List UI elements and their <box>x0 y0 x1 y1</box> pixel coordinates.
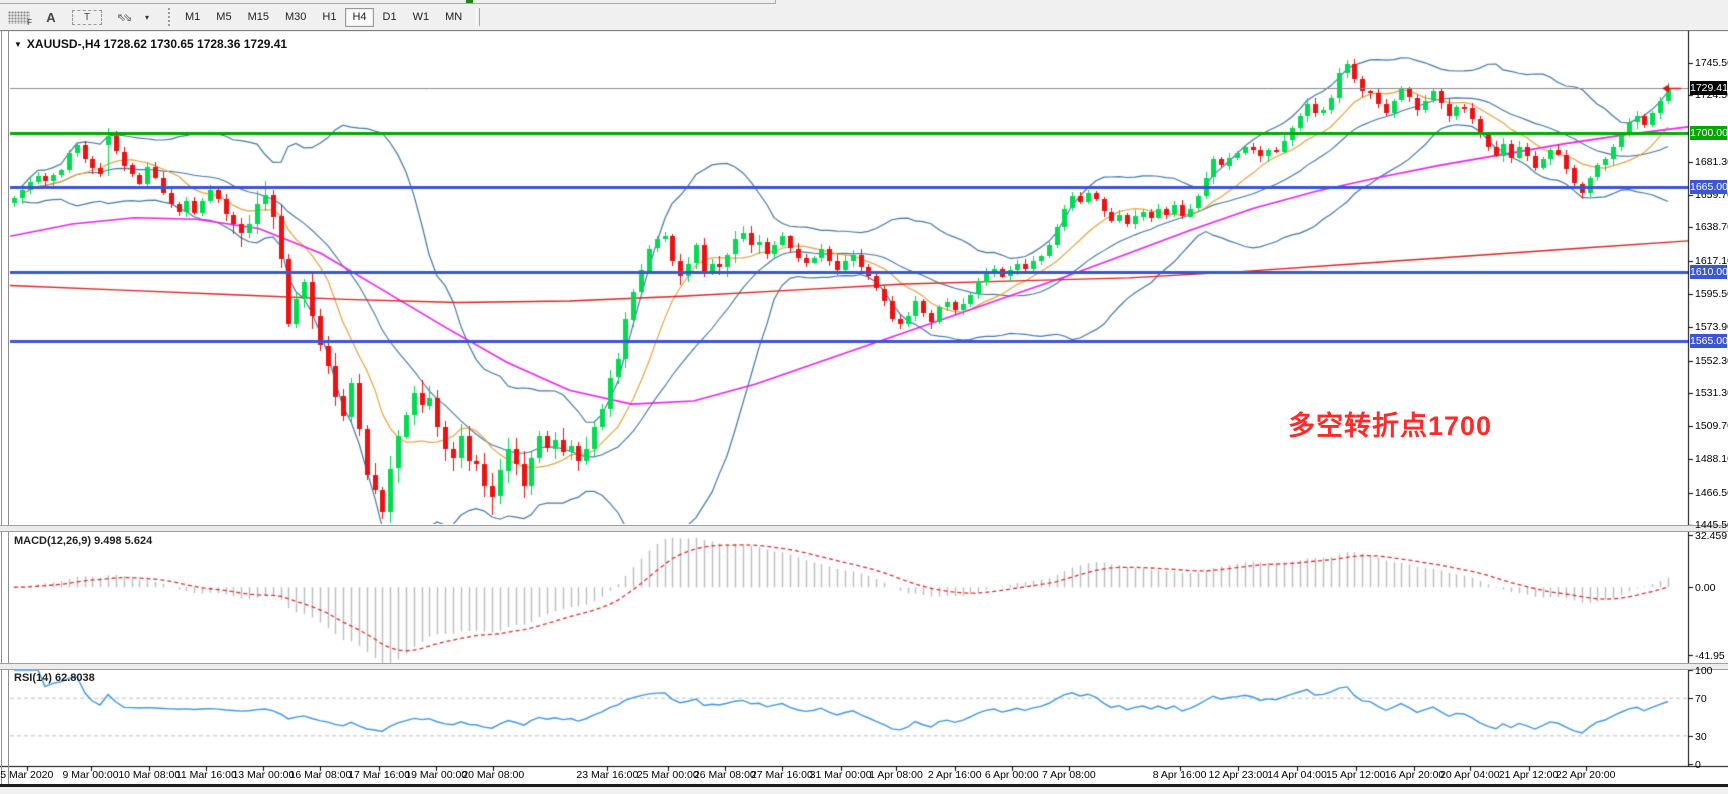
timeframe-button-w1[interactable]: W1 <box>406 8 437 27</box>
window-left-frame <box>1 30 2 786</box>
timeframe-button-m5[interactable]: M5 <box>209 8 238 27</box>
crosshair-grid-icon[interactable]: F <box>8 11 30 24</box>
chart-title-text: XAUUSD-,H4 1728.62 1730.65 1728.36 1729.… <box>27 37 287 51</box>
rsi-axis-label: 0 <box>1695 759 1701 771</box>
time-axis-label: 22 Apr 20:00 <box>1541 769 1631 781</box>
macd-axis-label: 32.459 <box>1695 530 1727 542</box>
rsi-axis-label: 30 <box>1695 731 1707 743</box>
toolbar-separator <box>476 8 480 26</box>
chart-canvas[interactable] <box>0 0 1728 794</box>
timeframe-buttons: M1M5M15M30H1H4D1W1MN <box>177 8 470 27</box>
panel-splitter-macd[interactable] <box>0 525 1728 532</box>
panel-splitter-rsi[interactable] <box>0 663 1728 670</box>
toolbar-grip[interactable] <box>168 8 170 26</box>
price-tick-label: 1509.70 <box>1695 420 1728 432</box>
time-axis-label: 20 Mar 08:00 <box>448 769 538 781</box>
price-line-badge: 1565.00 <box>1690 334 1727 348</box>
price-line-badge: 1700.00 <box>1690 126 1727 140</box>
macd-axis-label: 0.00 <box>1695 582 1715 594</box>
crosshair-grid-icon-letter: F <box>27 18 32 27</box>
current-price-badge: 1729.41 <box>1690 81 1727 95</box>
timeframe-button-h4[interactable]: H4 <box>345 8 373 27</box>
price-tick-label: 1488.10 <box>1695 453 1728 465</box>
text-annotation-icon[interactable]: A <box>40 7 62 27</box>
text-label-icon[interactable]: T <box>72 10 102 25</box>
chevron-down-icon[interactable]: ▾ <box>136 7 158 27</box>
price-tick-label: 1638.70 <box>1695 221 1728 233</box>
price-tick-label: 1573.90 <box>1695 321 1728 333</box>
timeframe-button-h1[interactable]: H1 <box>315 8 343 27</box>
collapse-triangle-icon[interactable]: ▼ <box>14 40 22 49</box>
chart-left-border <box>8 30 9 786</box>
timeframe-button-m15[interactable]: M15 <box>241 8 276 27</box>
rsi-label: RSI(14) 62.8038 <box>14 672 95 684</box>
price-tick-label: 1466.50 <box>1695 487 1728 499</box>
price-tick-label: 1745.50 <box>1695 57 1728 69</box>
price-tick-label: 1595.50 <box>1695 288 1728 300</box>
timeframe-button-d1[interactable]: D1 <box>376 8 404 27</box>
timeframe-button-m30[interactable]: M30 <box>278 8 313 27</box>
price-tick-label: 1552.30 <box>1695 355 1728 367</box>
metatrader-window: F A T ⇖⇘ ▾ M1M5M15M30H1H4D1W1MN ▼ XAUUSD-… <box>0 0 1728 794</box>
macd-label: MACD(12,26,9) 9.498 5.624 <box>14 535 152 547</box>
macd-axis-label: -41.95 <box>1695 650 1725 662</box>
price-tick-label: 1531.30 <box>1695 387 1728 399</box>
chart-title: ▼ XAUUSD-,H4 1728.62 1730.65 1728.36 1729… <box>14 37 287 51</box>
price-tick-label: 1681.30 <box>1695 156 1728 168</box>
time-axis-label: 7 Apr 08:00 <box>1024 769 1114 781</box>
main-toolbar: F A T ⇖⇘ ▾ M1M5M15M30H1H4D1W1MN <box>0 4 1728 30</box>
draw-arrows-icon[interactable]: ⇖⇘ <box>112 7 134 27</box>
timeframe-button-m1[interactable]: M1 <box>178 8 207 27</box>
price-line-badge: 1610.00 <box>1690 265 1727 279</box>
status-green-indicator <box>466 0 473 3</box>
timeframe-button-mn[interactable]: MN <box>438 8 469 27</box>
rsi-axis-label: 100 <box>1695 665 1713 677</box>
price-line-badge: 1665.00 <box>1690 180 1727 194</box>
rsi-axis-label: 70 <box>1695 693 1707 705</box>
bottom-dock-edge <box>0 784 1728 787</box>
chart-annotation-text[interactable]: 多空转折点1700 <box>1288 404 1492 443</box>
